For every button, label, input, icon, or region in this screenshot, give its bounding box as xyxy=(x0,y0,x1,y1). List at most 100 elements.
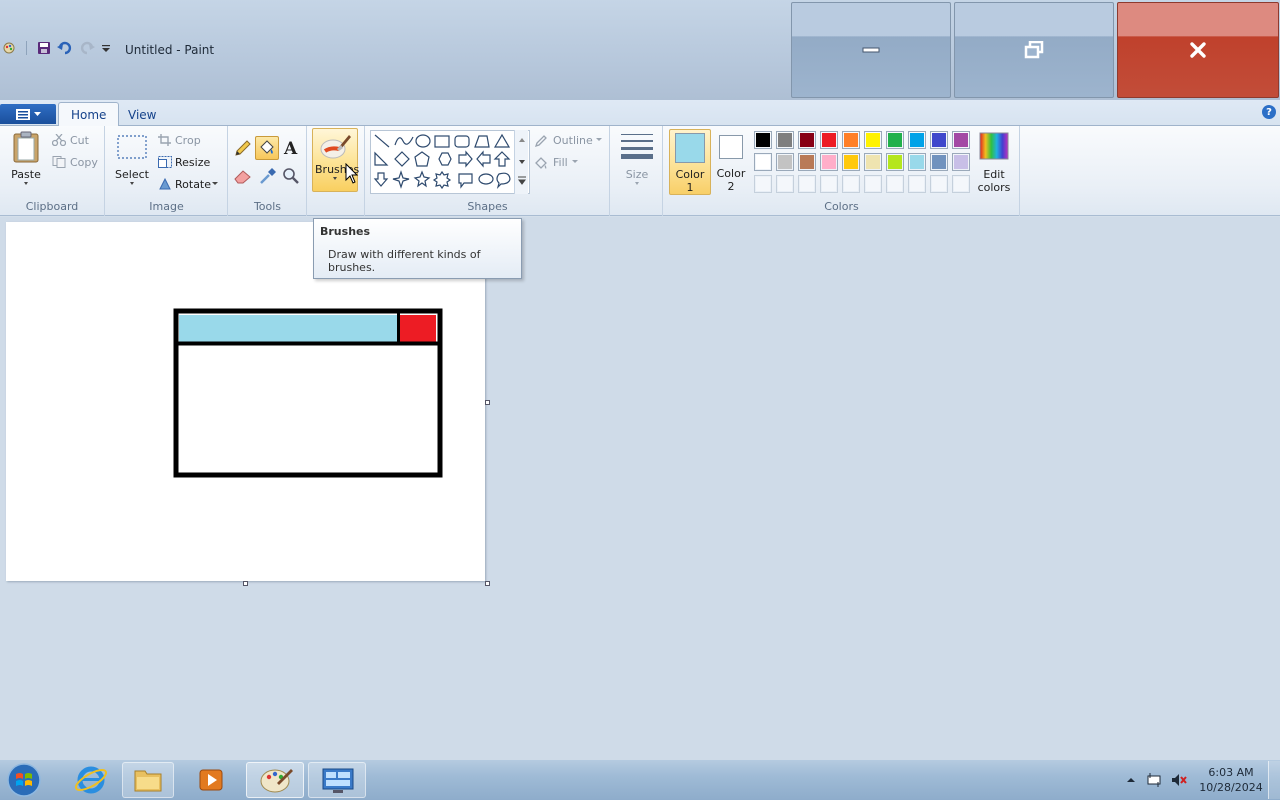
palette-color-swatch[interactable] xyxy=(820,153,838,171)
color1-button[interactable]: Color 1 xyxy=(669,129,711,195)
palette-empty-swatch[interactable] xyxy=(930,175,948,193)
resize-handle-bottom[interactable] xyxy=(243,581,248,586)
tab-view[interactable]: View xyxy=(116,102,168,127)
palette-empty-swatch[interactable] xyxy=(776,175,794,193)
fill-button[interactable]: Fill xyxy=(553,156,568,169)
save-icon[interactable] xyxy=(37,41,51,55)
crop-icon[interactable] xyxy=(158,134,172,146)
eraser-icon[interactable] xyxy=(233,166,253,186)
clipboard-group-label: Clipboard xyxy=(25,200,79,213)
palette-empty-swatch[interactable] xyxy=(886,175,904,193)
palette-color-swatch[interactable] xyxy=(754,153,772,171)
rotate-icon[interactable] xyxy=(158,178,172,190)
show-hidden-icons-icon[interactable] xyxy=(1126,776,1136,784)
palette-empty-swatch[interactable] xyxy=(798,175,816,193)
palette-color-swatch[interactable] xyxy=(842,153,860,171)
outline-icon[interactable] xyxy=(534,134,548,148)
swatch-fill xyxy=(800,177,814,191)
folder-icon xyxy=(134,770,162,792)
palette-color-swatch[interactable] xyxy=(776,131,794,149)
palette-empty-swatch[interactable] xyxy=(952,175,970,193)
cut-icon[interactable] xyxy=(52,134,66,146)
copy-icon[interactable] xyxy=(52,156,66,168)
select-label: Select xyxy=(115,168,149,181)
redo-icon[interactable] xyxy=(79,41,95,55)
resize-handle-corner[interactable] xyxy=(485,581,490,586)
cut-button[interactable]: Cut xyxy=(70,134,89,147)
fill-with-color-icon[interactable] xyxy=(255,136,279,160)
chevron-down-icon xyxy=(130,182,134,185)
shapes-scrollbar[interactable] xyxy=(514,130,528,194)
size-button[interactable]: Size xyxy=(617,130,657,187)
resize-icon[interactable] xyxy=(158,156,172,168)
taskbar-internet-explorer[interactable] xyxy=(66,762,116,798)
quick-access-toolbar xyxy=(2,41,111,55)
palette-empty-swatch[interactable] xyxy=(908,175,926,193)
undo-icon[interactable] xyxy=(57,41,73,55)
palette-color-swatch[interactable] xyxy=(908,153,926,171)
fill-icon[interactable] xyxy=(534,156,548,170)
size-group: Size xyxy=(611,126,663,216)
palette-empty-swatch[interactable] xyxy=(754,175,772,193)
taskbar-remote-desktop[interactable] xyxy=(308,762,366,798)
magnifier-icon[interactable] xyxy=(281,166,301,186)
media-player-icon xyxy=(199,769,223,791)
palette-color-swatch[interactable] xyxy=(798,131,816,149)
customize-toolbar-icon[interactable] xyxy=(101,43,111,53)
palette-color-swatch[interactable] xyxy=(754,131,772,149)
swatch-fill xyxy=(866,177,880,191)
rotate-button[interactable]: Rotate xyxy=(175,178,211,191)
color2-button[interactable]: Color 2 xyxy=(714,129,748,195)
resize-handle-right[interactable] xyxy=(485,400,490,405)
text-icon[interactable]: A xyxy=(281,138,301,158)
paste-button[interactable]: Paste xyxy=(6,130,46,187)
volume-muted-icon[interactable] xyxy=(1170,772,1188,788)
clipboard-group: Paste Cut Copy Clipboard xyxy=(0,126,105,216)
palette-color-swatch[interactable] xyxy=(798,153,816,171)
palette-color-swatch[interactable] xyxy=(842,131,860,149)
restore-button[interactable] xyxy=(954,2,1114,98)
taskbar-paint[interactable] xyxy=(246,762,304,798)
action-center-icon[interactable] xyxy=(1146,772,1162,788)
select-button[interactable]: Select xyxy=(112,130,152,187)
minimize-button[interactable] xyxy=(791,2,951,98)
palette-color-swatch[interactable] xyxy=(886,153,904,171)
close-button[interactable] xyxy=(1117,2,1279,98)
palette-color-swatch[interactable] xyxy=(776,153,794,171)
edit-colors-line2: colors xyxy=(977,181,1011,194)
palette-color-swatch[interactable] xyxy=(930,153,948,171)
palette-color-swatch[interactable] xyxy=(864,153,882,171)
crop-button[interactable]: Crop xyxy=(175,134,201,147)
show-desktop-button[interactable] xyxy=(1268,761,1280,799)
palette-color-swatch[interactable] xyxy=(930,131,948,149)
resize-button[interactable]: Resize xyxy=(175,156,210,169)
palette-color-swatch[interactable] xyxy=(886,131,904,149)
swatch-fill xyxy=(888,133,902,147)
palette-color-swatch[interactable] xyxy=(820,131,838,149)
pencil-icon[interactable] xyxy=(233,138,253,158)
system-clock[interactable]: 6:03 AM 10/28/2024 xyxy=(1196,765,1266,795)
color1-label-line2: 1 xyxy=(686,181,694,194)
taskbar-media-player[interactable] xyxy=(186,762,236,798)
edit-colors-line1: Edit xyxy=(983,168,1005,181)
outline-button[interactable]: Outline xyxy=(553,134,593,147)
palette-empty-swatch[interactable] xyxy=(864,175,882,193)
palette-color-swatch[interactable] xyxy=(952,131,970,149)
palette-empty-swatch[interactable] xyxy=(842,175,860,193)
copy-button[interactable]: Copy xyxy=(70,156,98,169)
palette-empty-swatch[interactable] xyxy=(820,175,838,193)
color-picker-icon[interactable] xyxy=(258,166,278,186)
palette-color-swatch[interactable] xyxy=(908,131,926,149)
start-button[interactable] xyxy=(4,761,48,797)
tab-home[interactable]: Home xyxy=(58,102,120,127)
swatch-fill xyxy=(910,155,924,169)
taskbar-file-explorer[interactable] xyxy=(122,762,174,798)
help-icon[interactable]: ? xyxy=(1262,105,1276,119)
shapes-gallery[interactable] xyxy=(370,130,530,194)
edit-colors-button[interactable]: Edit colors xyxy=(972,130,1016,194)
paint-menu-button[interactable] xyxy=(0,104,56,124)
palette-color-swatch[interactable] xyxy=(864,131,882,149)
palette-color-swatch[interactable] xyxy=(952,153,970,171)
swatch-fill xyxy=(800,155,814,169)
paint-app-icon[interactable] xyxy=(2,41,16,55)
